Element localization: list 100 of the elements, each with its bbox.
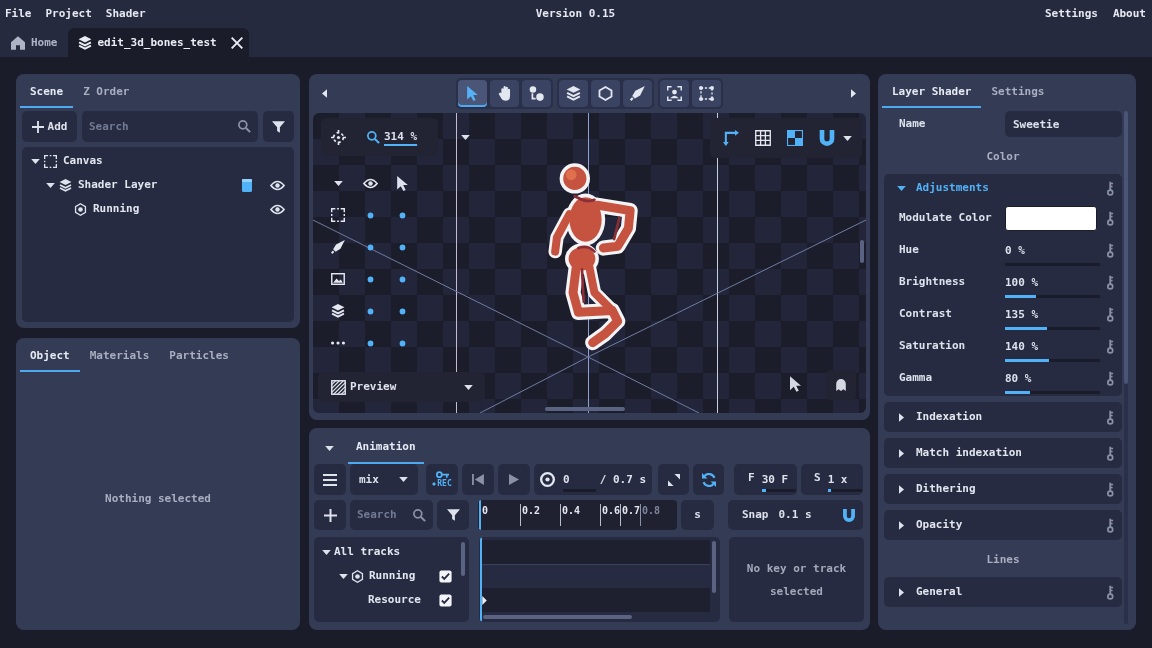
- eye-icon[interactable]: [270, 203, 285, 215]
- track-item[interactable]: Resource: [368, 593, 421, 607]
- slider-value[interactable]: 135 %: [1005, 308, 1100, 321]
- caret-down-icon[interactable]: [31, 158, 40, 164]
- filter-button[interactable]: [437, 500, 469, 530]
- key-icon[interactable]: [1107, 481, 1114, 497]
- speed-value[interactable]: 1 x: [827, 472, 862, 486]
- group-title[interactable]: Match indexation: [916, 446, 1022, 460]
- key-icon[interactable]: [1107, 409, 1114, 425]
- document-tab[interactable]: edit_3d_bones_test: [67, 28, 249, 57]
- caret-right-icon[interactable]: [851, 89, 856, 98]
- time-field[interactable]: 0 / 0.7 s: [534, 464, 652, 495]
- dot-icon[interactable]: [398, 275, 406, 283]
- speed-field[interactable]: S 1 x: [801, 464, 863, 495]
- layer-tool-button[interactable]: [559, 80, 588, 107]
- document-icon[interactable]: [242, 178, 252, 192]
- menu-item[interactable]: About: [1112, 7, 1146, 21]
- pan-tool-button[interactable]: [490, 80, 519, 107]
- key-icon[interactable]: [1107, 445, 1114, 461]
- caret-down-icon[interactable]: [324, 445, 334, 451]
- panel-tab[interactable]: Particles: [159, 342, 239, 372]
- scrollbar-thumb[interactable]: [461, 542, 465, 576]
- playhead-marker[interactable]: [479, 500, 481, 530]
- fps-field[interactable]: F 30 F: [734, 464, 797, 495]
- caret-down-icon[interactable]: [843, 135, 852, 141]
- dot-icon[interactable]: [366, 211, 374, 219]
- slider-track[interactable]: [1005, 295, 1100, 298]
- camera-tool-button[interactable]: [660, 80, 689, 107]
- key-icon[interactable]: [1107, 584, 1114, 600]
- unit-button[interactable]: s: [681, 500, 714, 530]
- record-button[interactable]: REC: [426, 464, 458, 495]
- ghost-button[interactable]: [826, 370, 856, 400]
- add-button[interactable]: Add: [22, 111, 77, 142]
- slider-track[interactable]: [1005, 391, 1100, 394]
- caret-down-icon[interactable]: [46, 182, 55, 188]
- time-ruler[interactable]: 0 0.2 0.4 0.6 0.7 0.8: [478, 500, 677, 530]
- close-icon[interactable]: [230, 36, 243, 49]
- tree-item[interactable]: Running: [93, 202, 140, 216]
- group-title[interactable]: Adjustments: [916, 181, 989, 195]
- slider-value[interactable]: 100 %: [1005, 276, 1100, 289]
- caret-down-icon[interactable]: [333, 180, 343, 186]
- bone-tool-button[interactable]: [522, 80, 551, 107]
- checkbox[interactable]: [439, 593, 452, 607]
- dot-icon[interactable]: [398, 243, 406, 251]
- group-title[interactable]: Indexation: [916, 410, 983, 424]
- caret-left-icon[interactable]: [322, 89, 327, 98]
- panel-tab[interactable]: Layer Shader: [882, 78, 982, 108]
- caret-right-icon[interactable]: [899, 412, 904, 422]
- fps-value[interactable]: 30 F: [761, 472, 796, 486]
- magnet-icon[interactable]: [843, 508, 855, 522]
- play-button[interactable]: [498, 464, 530, 495]
- caret-right-icon[interactable]: [899, 587, 904, 597]
- caret-right-icon[interactable]: [899, 448, 904, 458]
- add-track-button[interactable]: [314, 500, 346, 530]
- checkerboard-icon[interactable]: [787, 130, 803, 146]
- key-icon[interactable]: [1107, 338, 1114, 354]
- checkbox[interactable]: [439, 569, 452, 583]
- slider-value[interactable]: 140 %: [1005, 340, 1100, 353]
- dot-icon[interactable]: [366, 243, 374, 251]
- filter-button[interactable]: [263, 111, 294, 142]
- preview-dropdown[interactable]: Preview: [318, 372, 485, 402]
- dot-icon[interactable]: [398, 339, 406, 347]
- zoom-value[interactable]: 314 %: [384, 130, 418, 144]
- group-title[interactable]: Dithering: [916, 482, 976, 496]
- skip-start-button[interactable]: [462, 464, 494, 495]
- group-title[interactable]: Opacity: [916, 518, 963, 532]
- slider-track[interactable]: [1005, 327, 1100, 330]
- canvas-view[interactable]: 314 % Preview: [313, 113, 866, 413]
- key-icon[interactable]: [1107, 517, 1114, 533]
- dot-icon[interactable]: [366, 307, 374, 315]
- magnet-icon[interactable]: [819, 130, 835, 146]
- menu-item[interactable]: File: [5, 7, 32, 21]
- dot-icon[interactable]: [398, 307, 406, 315]
- current-time[interactable]: 0: [563, 472, 596, 486]
- caret-down-icon[interactable]: [339, 573, 348, 579]
- key-icon[interactable]: [1107, 274, 1114, 290]
- caret-down-icon[interactable]: [461, 135, 470, 140]
- track-item[interactable]: Running: [369, 569, 416, 583]
- dot-icon[interactable]: [366, 275, 374, 283]
- crosshair-icon[interactable]: [330, 129, 346, 145]
- key-icon[interactable]: [1107, 370, 1114, 386]
- search-field[interactable]: Search: [350, 500, 433, 530]
- menu-item[interactable]: Shader: [105, 7, 146, 21]
- expand-button[interactable]: [658, 464, 689, 495]
- slider-value[interactable]: 80 %: [1005, 372, 1100, 385]
- snap-field[interactable]: Snap 0.1 s: [728, 500, 863, 530]
- color-swatch[interactable]: [1005, 205, 1097, 231]
- caret-down-icon[interactable]: [322, 549, 331, 555]
- name-field[interactable]: Sweetie: [1005, 111, 1122, 137]
- scrollbar-thumb[interactable]: [860, 240, 864, 263]
- caret-down-icon[interactable]: [897, 185, 906, 191]
- key-icon[interactable]: [1107, 210, 1114, 226]
- scrollbar-thumb[interactable]: [712, 541, 716, 593]
- scrollbar-thumb[interactable]: [483, 615, 632, 619]
- axes-icon[interactable]: [723, 130, 739, 146]
- menu-button[interactable]: [314, 464, 346, 495]
- snap-value[interactable]: 0.1 s: [778, 508, 812, 522]
- loop-button[interactable]: [693, 464, 724, 495]
- shape-tool-button[interactable]: [591, 80, 620, 107]
- eye-icon[interactable]: [270, 179, 285, 191]
